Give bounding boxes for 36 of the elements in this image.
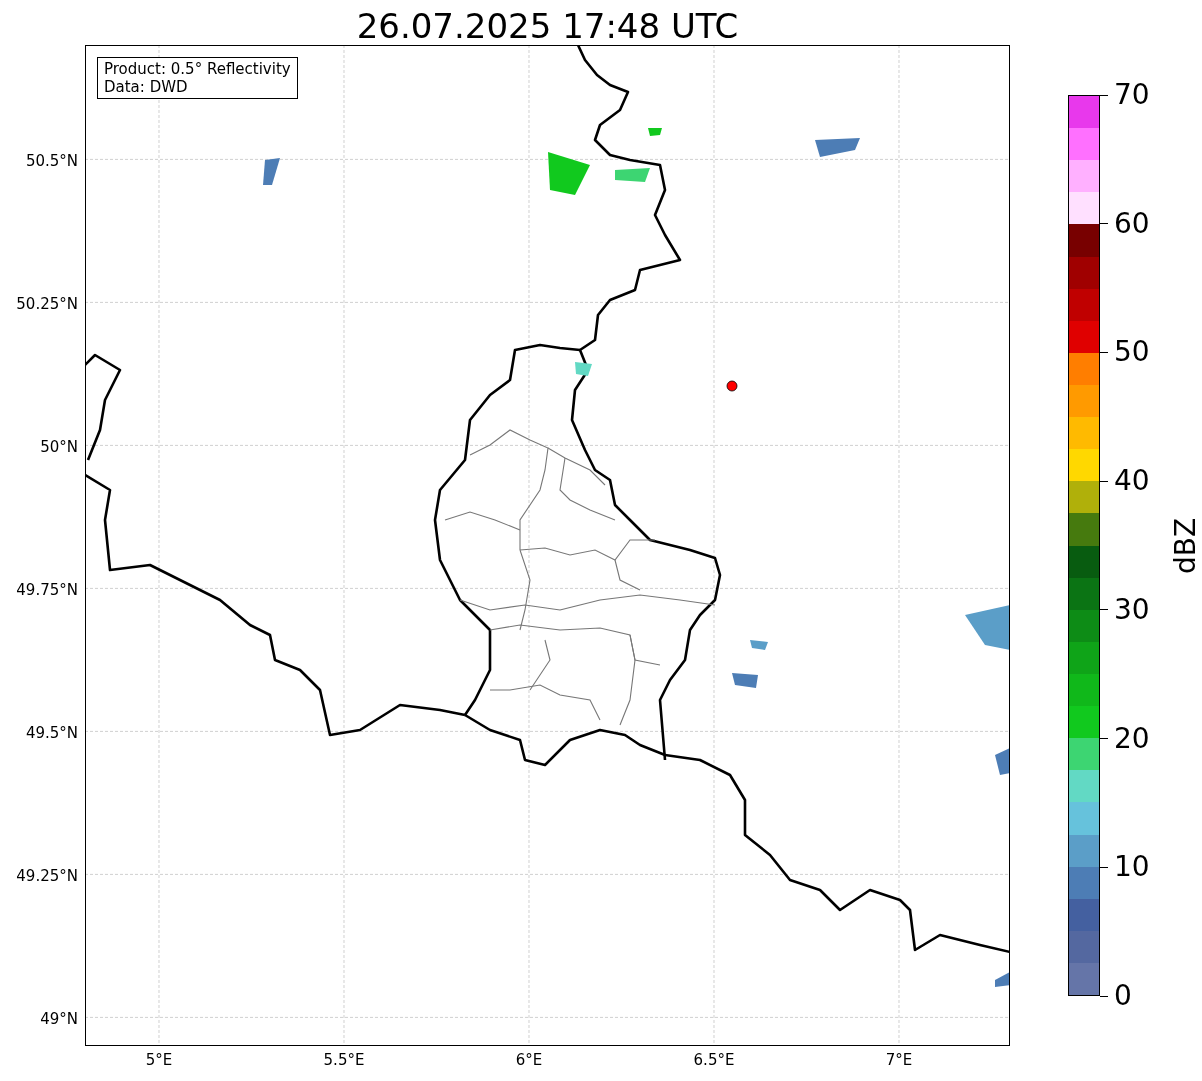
latitude-label: 49.75°N [15,581,78,599]
longitude-label: 6.5°E [692,1051,736,1069]
colorbar-label: dBZ [1170,517,1202,575]
radar-echo [815,138,860,157]
info-text: Product: 0.5° Reflectivity [104,60,291,78]
longitude-label: 7°E [884,1051,914,1069]
colorbar-tick-label: 0 [1100,980,1132,1012]
radar-echo [995,972,1009,987]
colorbar-tick-label: 60 [1100,207,1150,240]
colorbar-tick-label: 30 [1100,593,1150,626]
colorbar-tick-label: 10 [1100,851,1150,884]
longitude-label: 5.5°E [322,1051,366,1069]
radar-echo [575,362,592,376]
longitude-label: 5°E [144,1051,174,1069]
info-text: Data: DWD [104,78,189,96]
radar-echo [965,605,1009,650]
latitude-label: 49.25°N [15,867,78,885]
chart-title: 26.07.2025 17:48 UTC [355,5,740,48]
latitude-label: 50°N [39,438,78,456]
latitude-label: 49°N [39,1010,78,1028]
radar-echo [648,128,662,136]
latitude-label: 50.25°N [15,295,78,313]
radar-echo [263,158,280,185]
colorbar-tick-label: 50 [1100,336,1150,369]
colorbar-tick-label: 20 [1100,722,1150,755]
colorbar-tick-label: 70 [1100,79,1150,111]
radar-echo [995,748,1009,775]
location-marker [726,380,738,392]
colorbar-tick-label: 40 [1100,465,1150,498]
latitude-label: 49.5°N [24,724,78,742]
radar-echo [615,168,650,182]
radar-echo [750,640,768,650]
radar-echo [548,152,590,195]
longitude-label: 6°E [514,1051,544,1069]
latitude-label: 50.5°N [24,152,78,170]
radar-echo [732,673,758,688]
